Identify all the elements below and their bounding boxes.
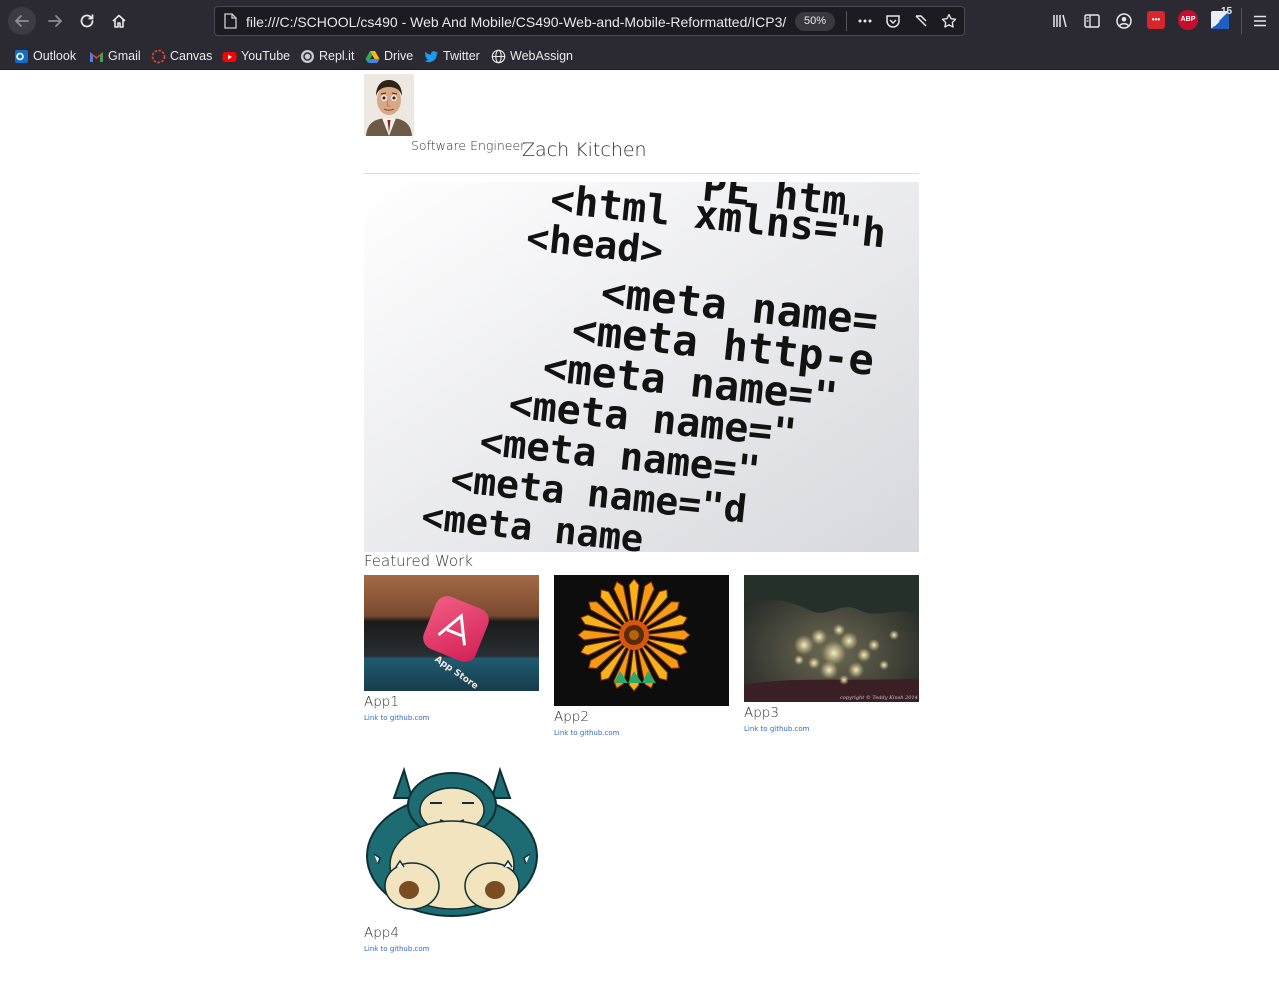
page-actions-button[interactable] [856,12,874,30]
featured-card-app4: App4 Link to github.com [364,760,539,953]
address-bar[interactable]: file:///C:/SCHOOL/cs490 - Web And Mobile… [214,6,965,36]
bookmark-label: Gmail [108,49,141,63]
web-page: Software Engineer Zach Kitchen PE htm <h… [0,70,1279,996]
app3-image: copyright © Teddy Kinsh 2014 [744,575,919,702]
account-icon [1116,13,1132,29]
sidebar-icon [1084,14,1100,28]
github-link[interactable]: Link to github.com [554,729,729,737]
app1-image: App Store [364,575,539,691]
bookmark-label: WebAssign [510,49,573,63]
bookmark-canvas[interactable]: Canvas [151,46,212,66]
github-link[interactable]: Link to github.com [364,714,539,722]
featured-card-app2: App2 Link to github.com [554,575,729,737]
svg-text:copyright © Teddy Kinsh 2014: copyright © Teddy Kinsh 2014 [840,694,918,701]
card-title: App2 [554,709,589,725]
bokeh-lights-image: copyright © Teddy Kinsh 2014 [744,575,919,702]
bookmark-drive[interactable]: Drive [365,46,413,66]
scissors-tag-icon [915,15,927,27]
library-icon [1053,14,1067,28]
extension-lastpass-button[interactable]: ••• [1147,11,1165,29]
home-icon [112,14,126,28]
reload-icon [80,14,94,28]
github-link[interactable]: Link to github.com [744,725,919,733]
featured-card-app3: copyright © Teddy Kinsh 2014 App3 Link t… [744,575,919,733]
replit-icon [300,49,315,64]
bookmark-label: Repl.it [319,49,355,63]
twitter-icon [424,49,439,64]
outlook-icon [14,49,29,64]
menu-button[interactable] [1250,11,1270,31]
arrow-right-icon [48,15,63,27]
urlbar-separator [846,11,847,31]
browser-toolbar: file:///C:/SCHOOL/cs490 - Web And Mobile… [0,0,1279,42]
reload-button[interactable] [73,7,101,35]
bookmark-youtube[interactable]: YouTube [222,46,290,66]
sidebar-button[interactable] [1082,11,1102,31]
star-icon [941,13,957,28]
person-name: Zach Kitchen [522,139,647,161]
card-title: App1 [364,694,399,710]
header-divider [364,173,919,174]
profile-photo-image [364,74,414,136]
screenshot-button[interactable] [912,12,930,30]
flower-image [554,575,729,706]
forward-button[interactable] [41,7,69,35]
featured-work-heading: Featured Work [364,552,473,570]
card-title: App3 [744,705,779,721]
zoom-level-button[interactable]: 50% [795,12,835,31]
adblock-plus-button[interactable]: ABP [1178,10,1198,30]
more-dots-icon [858,19,872,23]
profile-photo [364,74,414,136]
bookmark-label: Canvas [170,49,213,63]
account-button[interactable] [1114,11,1134,31]
canvas-icon [151,49,166,64]
page-icon [224,13,237,29]
bookmarks-toolbar: Outlook Gmail Canvas YouTube Repl.it Dri… [0,42,1279,69]
bookmark-twitter[interactable]: Twitter [424,46,480,66]
back-button[interactable] [8,7,36,35]
bookmark-webassign[interactable]: WebAssign [491,46,573,66]
youtube-icon [222,49,237,64]
home-button[interactable] [105,7,133,35]
bookmark-gmail[interactable]: Gmail [89,46,141,66]
github-link[interactable]: Link to github.com [364,945,539,953]
hero-html-code-image: PE htm <html xmlns="h <head> <meta name=… [364,182,919,552]
app2-image [554,575,729,706]
pocket-button[interactable] [884,12,902,30]
bookmark-label: YouTube [241,49,291,63]
app4-image [364,760,539,922]
bookmark-label: Outlook [33,49,77,63]
pocket-icon [886,15,900,28]
bookmark-star-button[interactable] [940,12,958,30]
bookmark-outlook[interactable]: Outlook [14,46,76,66]
card-title: App4 [364,925,399,941]
bookmark-replit[interactable]: Repl.it [300,46,354,66]
job-title: Software Engineer [411,138,526,153]
snorlax-image [364,760,539,922]
globe-icon [491,49,506,64]
gmail-icon [89,49,104,64]
library-button[interactable] [1050,11,1070,31]
bookmark-label: Drive [384,49,414,63]
bookmark-label: Twitter [443,49,480,63]
hero-image: PE htm <html xmlns="h <head> <meta name=… [364,182,919,552]
arrow-left-icon [14,15,29,27]
hamburger-menu-icon [1254,15,1266,27]
featured-card-app1: App Store App1 Link to github.com [364,575,539,722]
drive-icon [365,49,380,64]
toolbar-separator [1241,8,1242,34]
url-text[interactable]: file:///C:/SCHOOL/cs490 - Web And Mobile… [246,14,796,30]
browser-chrome: file:///C:/SCHOOL/cs490 - Web And Mobile… [0,0,1279,70]
extension-badge-count: 15 [1221,6,1233,17]
app-store-image: App Store [364,575,539,691]
